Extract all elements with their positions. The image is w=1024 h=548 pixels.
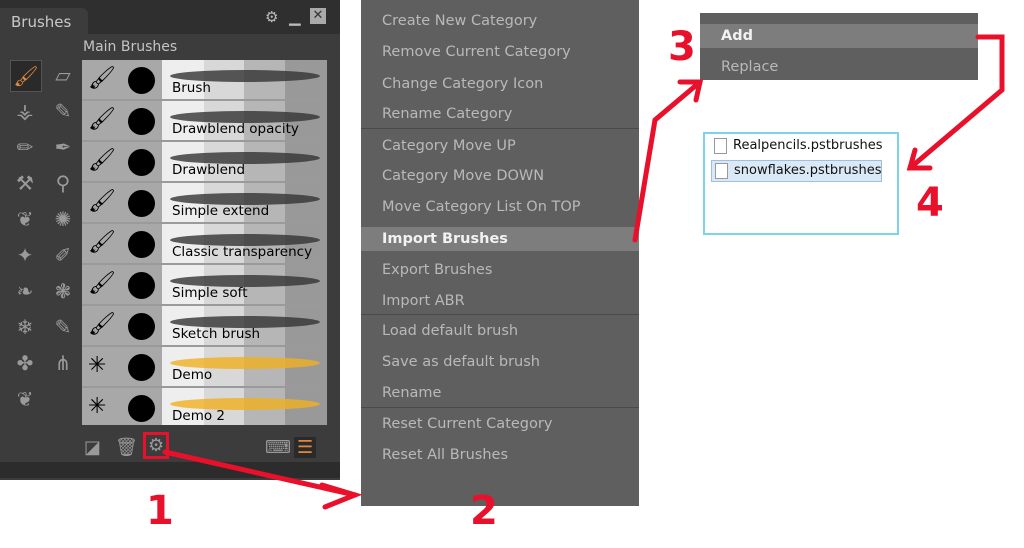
arrow-3 <box>632 79 703 243</box>
step-1-label: 1 <box>146 488 174 534</box>
step-2-label: 2 <box>470 488 498 534</box>
step-4-label: 4 <box>916 180 944 226</box>
arrow-1-head <box>319 482 363 510</box>
arrow-4 <box>907 34 1005 171</box>
annotation-arrows <box>162 34 1005 510</box>
step-3-label: 3 <box>668 24 696 70</box>
